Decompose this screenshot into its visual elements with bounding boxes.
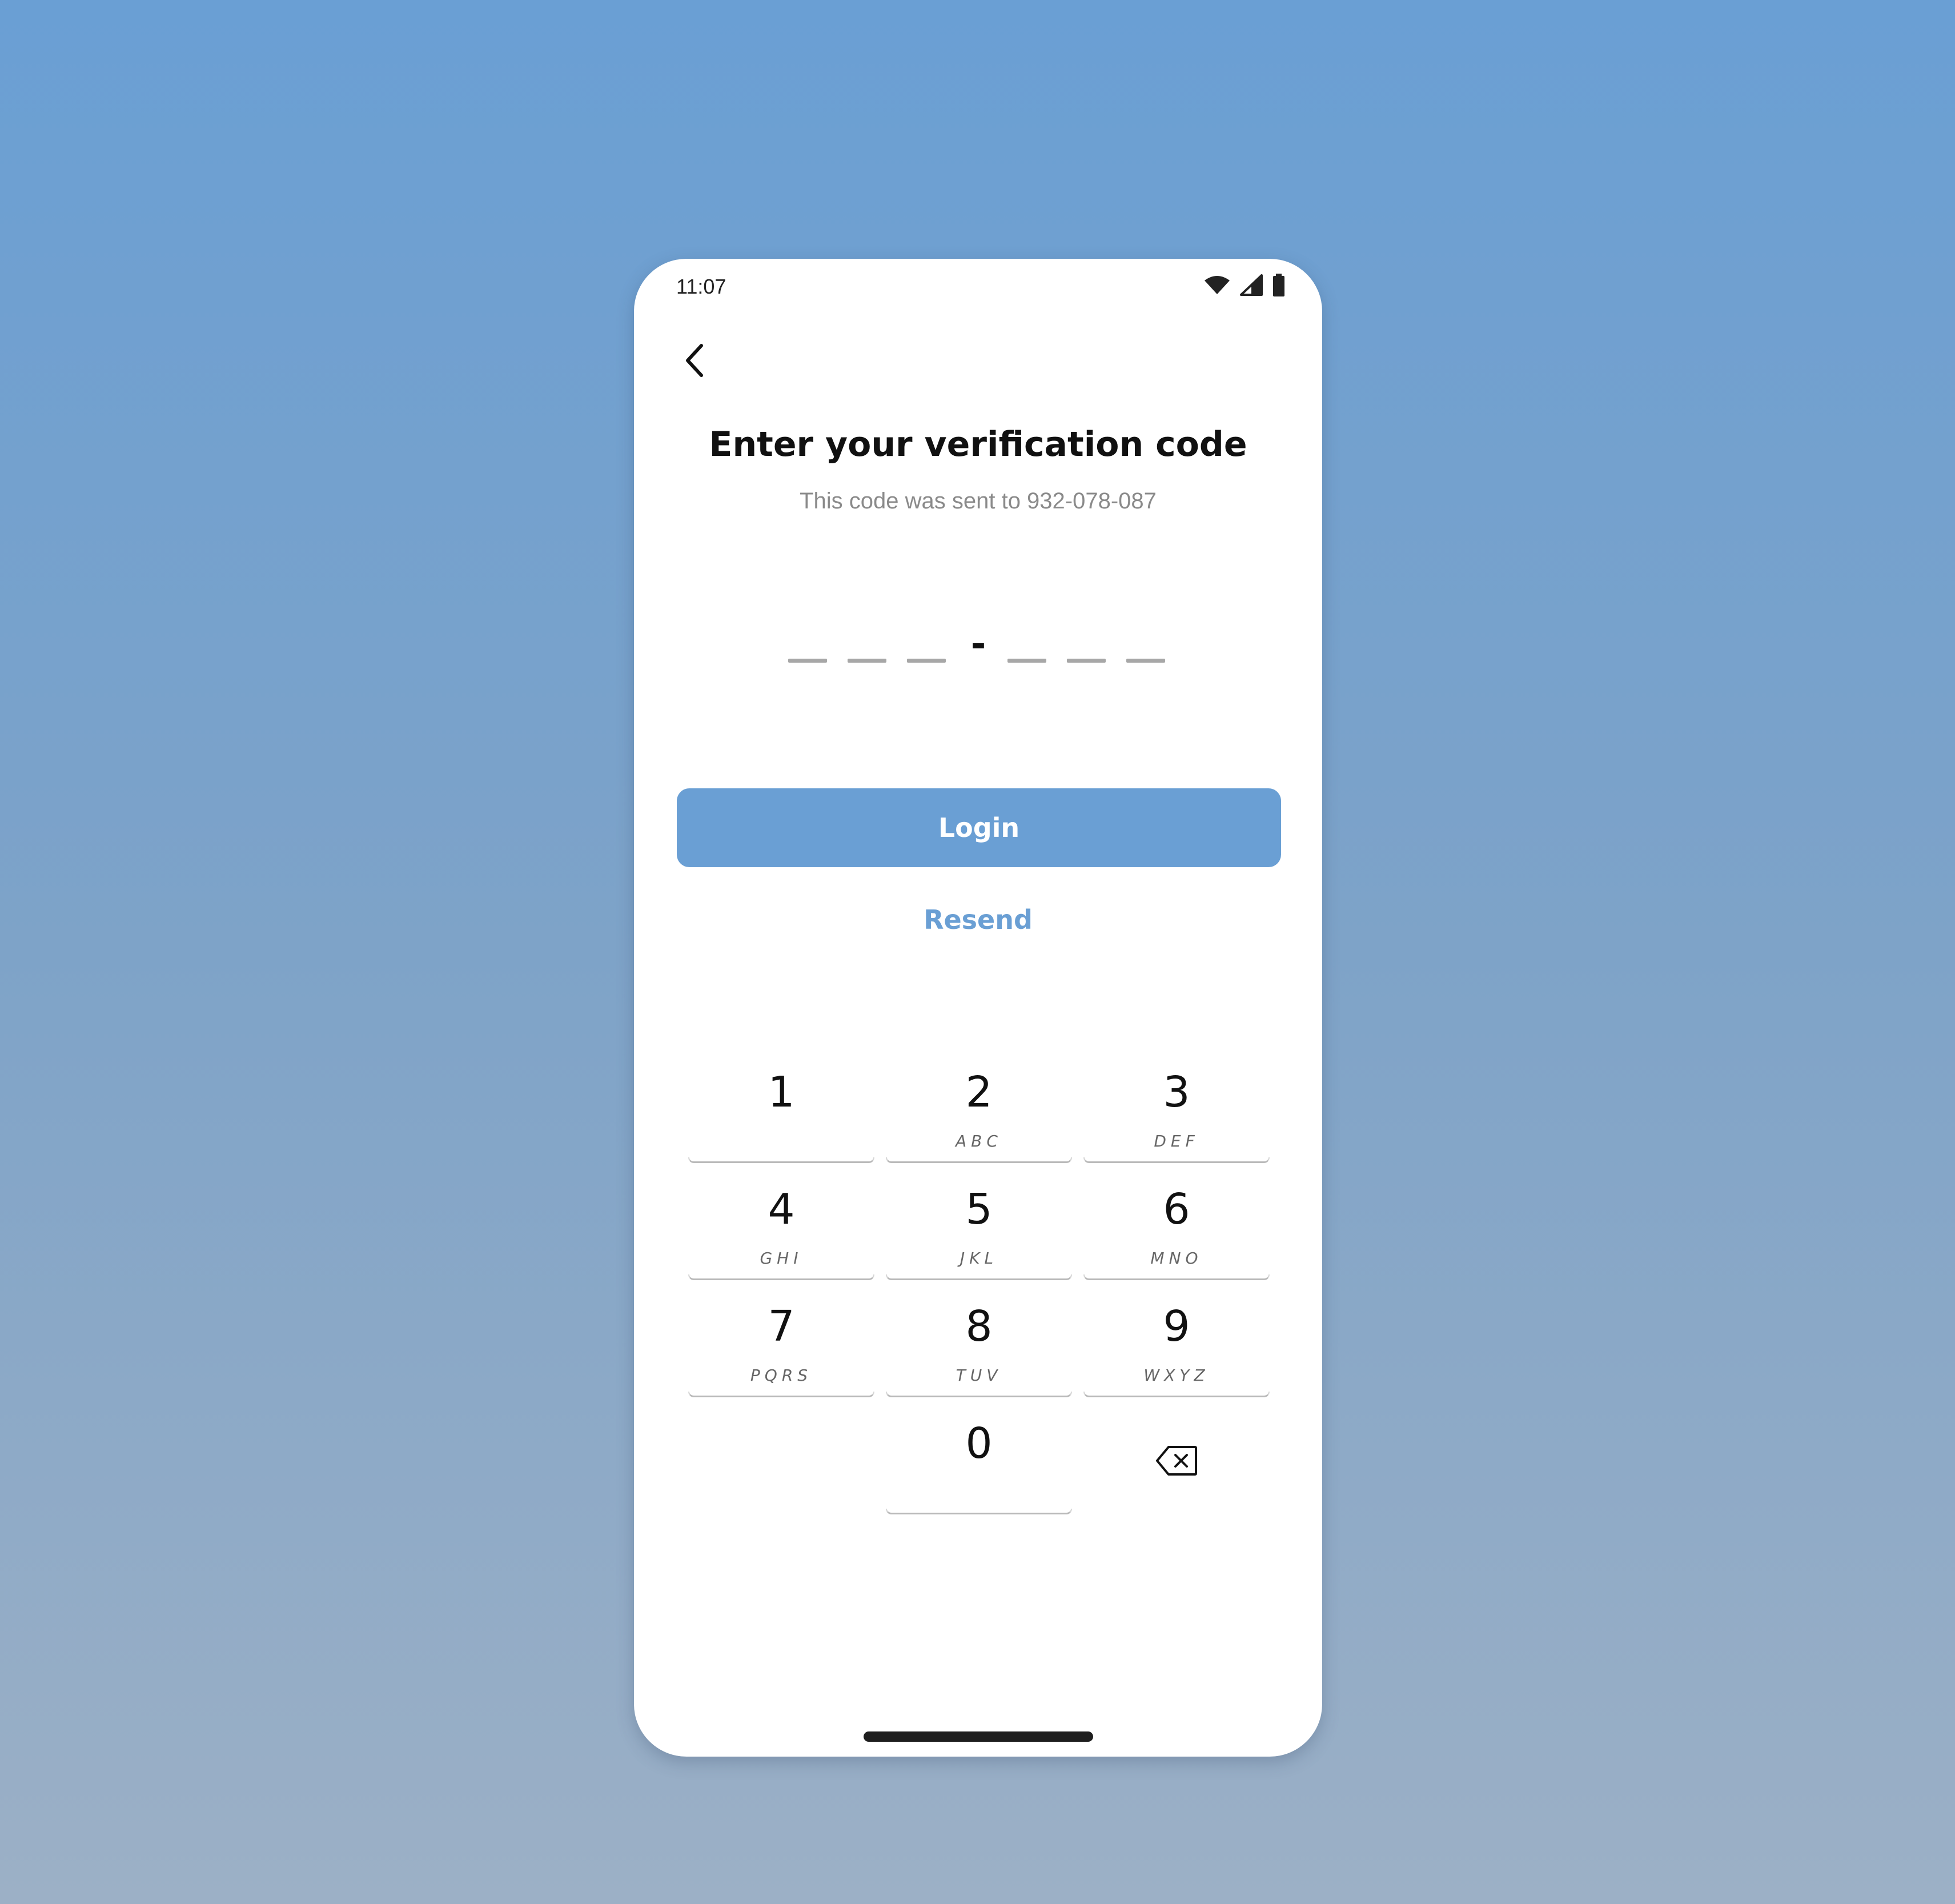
key-letters: DEF <box>1154 1132 1199 1151</box>
keypad-key-9[interactable]: 9 WXYZ <box>1083 1293 1270 1397</box>
verification-code-input[interactable]: - <box>634 613 1322 682</box>
code-slot-2[interactable] <box>848 659 886 663</box>
code-slot-6[interactable] <box>1126 659 1165 663</box>
battery-icon <box>1272 274 1286 296</box>
cellular-signal-icon <box>1240 274 1263 296</box>
key-digit: 1 <box>768 1068 795 1117</box>
key-underline <box>688 1392 874 1397</box>
key-underline <box>886 1509 1072 1514</box>
code-slot-1[interactable] <box>788 659 827 663</box>
status-icons <box>1203 274 1286 296</box>
key-digit: 0 <box>965 1419 993 1468</box>
key-letters: GHI <box>760 1249 803 1268</box>
key-digit: 9 <box>1163 1302 1190 1351</box>
key-digit: 8 <box>965 1302 993 1351</box>
page-title: Enter your verification code <box>709 424 1247 464</box>
resend-link[interactable]: Resend <box>634 904 1322 935</box>
keypad-key-3[interactable]: 3 DEF <box>1083 1059 1270 1163</box>
key-underline <box>886 1157 1072 1163</box>
status-time: 11:07 <box>676 275 726 298</box>
key-digit: 5 <box>965 1185 993 1234</box>
page-subtitle: This code was sent to 932-078-087 <box>800 488 1157 514</box>
key-underline <box>886 1274 1072 1280</box>
wifi-icon <box>1203 275 1231 295</box>
key-letters: ABC <box>956 1132 1002 1151</box>
key-digit: 7 <box>768 1302 795 1351</box>
key-letters: JKL <box>960 1249 998 1268</box>
code-separator: - <box>970 623 986 666</box>
key-underline <box>1083 1274 1270 1280</box>
home-indicator[interactable] <box>864 1731 1093 1742</box>
key-digit: 6 <box>1163 1185 1190 1234</box>
key-letters: MNO <box>1150 1249 1203 1268</box>
keypad-key-6[interactable]: 6 MNO <box>1083 1176 1270 1280</box>
keypad-key-2[interactable]: 2 ABC <box>886 1059 1072 1163</box>
key-letters: WXYZ <box>1143 1366 1210 1385</box>
code-slot-3[interactable] <box>907 659 946 663</box>
keypad-key-1[interactable]: 1 <box>688 1059 874 1163</box>
key-digit: 2 <box>965 1068 993 1117</box>
keypad-key-8[interactable]: 8 TUV <box>886 1293 1072 1397</box>
backspace-icon <box>1155 1445 1198 1480</box>
login-button[interactable]: Login <box>677 788 1281 867</box>
key-digit: 3 <box>1163 1068 1190 1117</box>
key-underline <box>688 1274 874 1280</box>
key-underline <box>886 1392 1072 1397</box>
status-bar: 11:07 <box>634 259 1322 316</box>
key-digit: 4 <box>768 1185 795 1234</box>
chevron-left-icon <box>682 342 707 382</box>
backspace-button[interactable] <box>1083 1410 1270 1514</box>
keypad-key-4[interactable]: 4 GHI <box>688 1176 874 1280</box>
keypad-key-5[interactable]: 5 JKL <box>886 1176 1072 1280</box>
code-slot-4[interactable] <box>1007 659 1046 663</box>
keypad-key-0[interactable]: 0 <box>886 1410 1072 1514</box>
key-underline <box>1083 1157 1270 1163</box>
key-letters: TUV <box>956 1366 1002 1385</box>
key-underline <box>688 1157 874 1163</box>
key-underline <box>1083 1392 1270 1397</box>
back-button[interactable] <box>672 339 717 384</box>
code-slot-5[interactable] <box>1067 659 1106 663</box>
key-letters: PQRS <box>750 1366 813 1385</box>
phone-screen: 11:07 Enter your verification code This … <box>634 259 1322 1757</box>
keypad-key-7[interactable]: 7 PQRS <box>688 1293 874 1397</box>
